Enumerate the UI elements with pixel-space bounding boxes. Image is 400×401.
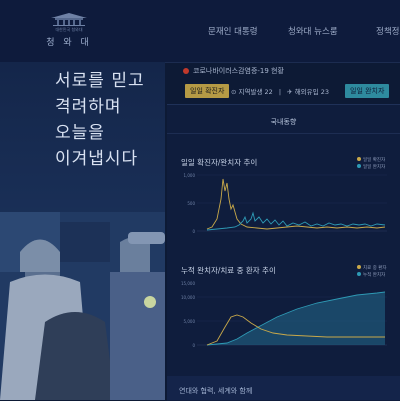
footer-text: 연대와 협력, 세계와 함께	[179, 387, 253, 395]
hero-line-2: 격려하며	[55, 97, 122, 117]
hero-message: 서로를 믿고 격려하며 오늘을 이겨냅시다	[55, 68, 145, 172]
svg-text:10,000: 10,000	[181, 295, 195, 300]
panel-title: 국내동향	[270, 118, 297, 126]
footer-banner[interactable]: 연대와 협력, 세계와 함께	[167, 376, 400, 400]
chart1-ytick: 0	[192, 229, 195, 234]
domestic-trend-panel: 국내동향 일일 확진자/완치자 추이 일일 확진자 일일 완치자 1,000 5…	[167, 104, 400, 401]
blue-house-icon	[51, 13, 87, 26]
hero-banner: 서로를 믿고 격려하며 오늘을 이겨냅시다	[0, 62, 165, 400]
plane-icon: ✈	[287, 88, 293, 96]
chart1-ytick: 500	[187, 201, 195, 206]
nav-president[interactable]: 문재인 대통령	[208, 25, 258, 37]
svg-text:15,000: 15,000	[181, 281, 195, 286]
case-stats: ⊙ 지역발생 22 | ✈ 해외유입 23	[231, 88, 329, 96]
svg-text:0: 0	[192, 343, 195, 348]
chart1-ytick: 1,000	[184, 173, 196, 178]
daily-confirmed-pill[interactable]: 일일 확진자	[185, 84, 230, 98]
header: 대한민국 청와대 청 와 대 문재인 대통령 청와대 뉴스룸 정책정보	[0, 0, 400, 63]
chart2-cumulative-trend: 15,000 10,000 5,000 0	[181, 281, 387, 348]
logo-subtitle: 대한민국 청와대	[55, 27, 83, 32]
chart1-series-confirmed	[206, 178, 386, 230]
covid-notice[interactable]: 코로나바이러스감염증-19 현황	[183, 66, 284, 76]
panel-divider	[167, 133, 400, 134]
location-pin-icon: ⊙	[231, 88, 237, 96]
hero-line-1: 서로를 믿고	[55, 71, 145, 91]
logo-name: 청 와 대	[46, 38, 92, 48]
medical-staff-photo	[0, 212, 165, 400]
hero-line-3: 오늘을	[55, 123, 105, 143]
alert-dot-icon	[183, 68, 189, 74]
nav-policy[interactable]: 정책정보	[376, 25, 400, 37]
daily-released-pill[interactable]: 일일 완치자	[345, 84, 390, 98]
svg-text:5,000: 5,000	[184, 319, 196, 324]
chart2-legend: 치료 중 환자 누적 완치자	[357, 265, 387, 279]
hero-line-4: 이겨냅시다	[55, 149, 139, 169]
chart1-title: 일일 확진자/완치자 추이	[181, 158, 258, 167]
logo[interactable]: 대한민국 청와대 청 와 대	[36, 12, 102, 56]
chart1-daily-trend: 1,000 500 0	[184, 173, 387, 234]
chart2-title: 누적 완치자/치료 중 환자 추이	[181, 266, 276, 275]
nav-newsroom[interactable]: 청와대 뉴스룸	[288, 25, 338, 37]
